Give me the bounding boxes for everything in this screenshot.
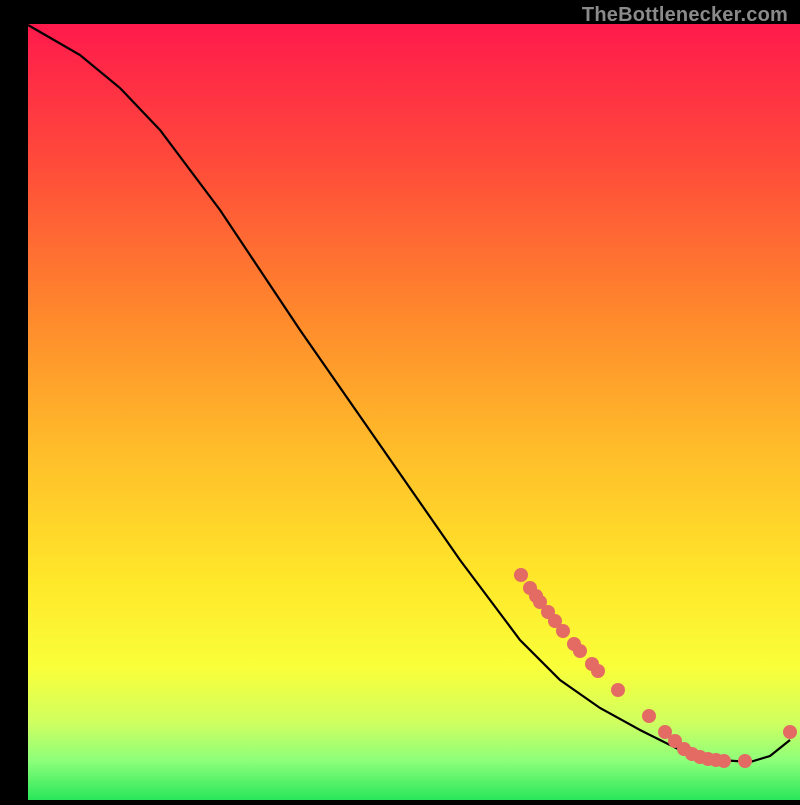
plot-background xyxy=(28,24,800,800)
scatter-point xyxy=(717,754,731,768)
scatter-point xyxy=(573,644,587,658)
scatter-point xyxy=(738,754,752,768)
scatter-point xyxy=(514,568,528,582)
scatter-point xyxy=(642,709,656,723)
scatter-point xyxy=(591,664,605,678)
scatter-point xyxy=(611,683,625,697)
chart-container: TheBottlenecker.com xyxy=(0,0,800,800)
scatter-point xyxy=(556,624,570,638)
scatter-point xyxy=(783,725,797,739)
chart-svg xyxy=(0,0,800,800)
